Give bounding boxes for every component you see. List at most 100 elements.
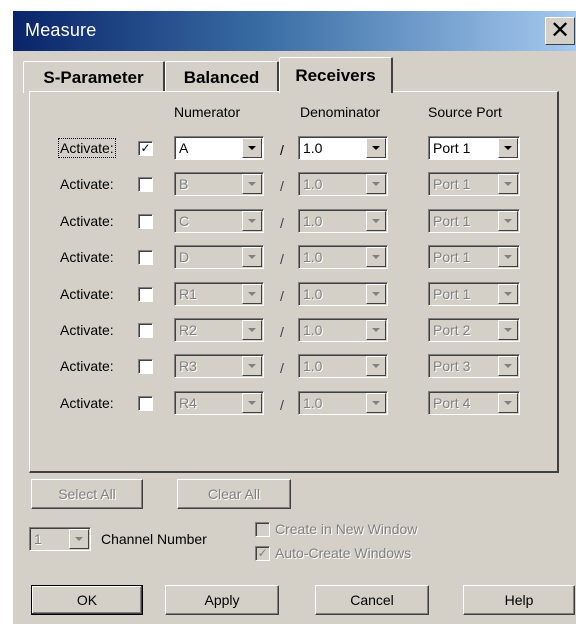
- numerator-select[interactable]: C: [174, 209, 264, 233]
- activate-checkbox[interactable]: [138, 287, 153, 302]
- ratio-separator: /: [280, 251, 284, 267]
- chevron-down-icon[interactable]: [242, 356, 262, 376]
- numerator-header: Numerator: [174, 104, 241, 120]
- numerator-value: R2: [179, 322, 197, 338]
- chevron-down-icon[interactable]: [242, 393, 262, 413]
- numerator-value: R3: [179, 358, 197, 374]
- clear-all-button[interactable]: Clear All: [177, 479, 291, 509]
- tab-label: S-Parameter: [43, 67, 144, 87]
- ratio-separator: /: [280, 324, 284, 340]
- denominator-select[interactable]: 1.0: [298, 209, 388, 233]
- chevron-down-icon[interactable]: [498, 393, 518, 413]
- chevron-down-icon[interactable]: [69, 529, 89, 549]
- denominator-value: 1.0: [303, 249, 323, 265]
- chevron-down-icon[interactable]: [498, 174, 518, 194]
- activate-label: Activate:: [60, 395, 114, 411]
- numerator-select[interactable]: R1: [174, 282, 264, 306]
- close-icon: ✕: [549, 17, 571, 44]
- ratio-separator: /: [280, 215, 284, 231]
- activate-label: Activate:: [60, 176, 114, 192]
- chevron-down-icon[interactable]: [242, 174, 262, 194]
- source-port-select[interactable]: Port 1: [428, 245, 520, 269]
- ratio-separator: /: [280, 142, 284, 158]
- activate-label: Activate:: [60, 249, 114, 265]
- numerator-select[interactable]: R2: [174, 318, 264, 342]
- chevron-down-icon[interactable]: [498, 211, 518, 231]
- source-port-select[interactable]: Port 3: [428, 354, 520, 378]
- auto-create-windows-checkbox[interactable]: ✓: [255, 546, 270, 561]
- close-button[interactable]: ✕: [545, 17, 575, 45]
- tab-balanced[interactable]: Balanced: [165, 61, 279, 93]
- activate-checkbox[interactable]: [138, 359, 153, 374]
- cancel-label: Cancel: [350, 592, 394, 608]
- numerator-select[interactable]: A: [174, 136, 264, 160]
- chevron-down-icon[interactable]: [498, 320, 518, 340]
- denominator-select[interactable]: 1.0: [298, 245, 388, 269]
- channel-number-select[interactable]: 1: [29, 527, 91, 551]
- chevron-down-icon[interactable]: [498, 247, 518, 267]
- source-port-select[interactable]: Port 1: [428, 172, 520, 196]
- activate-checkbox[interactable]: [138, 250, 153, 265]
- source-port-value: Port 1: [433, 286, 471, 302]
- source-port-value: Port 2: [433, 322, 471, 338]
- tab-s-parameter[interactable]: S-Parameter: [23, 61, 165, 93]
- source-port-value: Port 1: [433, 249, 471, 265]
- activate-checkbox[interactable]: ✓: [138, 141, 153, 156]
- denominator-select[interactable]: 1.0: [298, 282, 388, 306]
- chevron-down-icon[interactable]: [366, 320, 386, 340]
- denominator-value: 1.0: [303, 140, 323, 156]
- numerator-select[interactable]: D: [174, 245, 264, 269]
- ratio-separator: /: [280, 288, 284, 304]
- chevron-down-icon[interactable]: [366, 356, 386, 376]
- activate-label: Activate:: [60, 322, 114, 338]
- chevron-down-icon[interactable]: [242, 138, 262, 158]
- source-port-select[interactable]: Port 4: [428, 391, 520, 415]
- chevron-down-icon[interactable]: [366, 138, 386, 158]
- channel-number-value: 1: [34, 531, 42, 547]
- denominator-select[interactable]: 1.0: [298, 391, 388, 415]
- tab-receivers[interactable]: Receivers: [279, 57, 393, 93]
- chevron-down-icon[interactable]: [498, 356, 518, 376]
- create-new-window-label: Create in New Window: [275, 521, 418, 537]
- denominator-header: Denominator: [300, 104, 381, 120]
- chevron-down-icon[interactable]: [242, 284, 262, 304]
- source-port-value: Port 1: [433, 140, 471, 156]
- chevron-down-icon[interactable]: [498, 284, 518, 304]
- apply-button[interactable]: Apply: [165, 585, 279, 615]
- chevron-down-icon[interactable]: [366, 284, 386, 304]
- create-new-window-checkbox[interactable]: [255, 522, 270, 537]
- numerator-select[interactable]: B: [174, 172, 264, 196]
- source-port-select[interactable]: Port 2: [428, 318, 520, 342]
- source-port-value: Port 1: [433, 213, 471, 229]
- activate-checkbox[interactable]: [138, 177, 153, 192]
- source-port-value: Port 4: [433, 395, 471, 411]
- chevron-down-icon[interactable]: [242, 211, 262, 231]
- select-all-button[interactable]: Select All: [31, 479, 143, 509]
- ratio-separator: /: [280, 178, 284, 194]
- chevron-down-icon[interactable]: [366, 247, 386, 267]
- activate-checkbox[interactable]: [138, 323, 153, 338]
- help-button[interactable]: Help: [463, 585, 575, 615]
- source-port-select[interactable]: Port 1: [428, 209, 520, 233]
- cancel-button[interactable]: Cancel: [315, 585, 429, 615]
- source-port-select[interactable]: Port 1: [428, 136, 520, 160]
- chevron-down-icon[interactable]: [366, 211, 386, 231]
- denominator-select[interactable]: 1.0: [298, 172, 388, 196]
- denominator-select[interactable]: 1.0: [298, 354, 388, 378]
- numerator-value: D: [179, 249, 190, 265]
- chevron-down-icon[interactable]: [366, 393, 386, 413]
- chevron-down-icon[interactable]: [242, 247, 262, 267]
- denominator-select[interactable]: 1.0: [298, 318, 388, 342]
- chevron-down-icon[interactable]: [498, 138, 518, 158]
- activate-checkbox[interactable]: [138, 396, 153, 411]
- numerator-select[interactable]: R4: [174, 391, 264, 415]
- chevron-down-icon[interactable]: [242, 320, 262, 340]
- chevron-down-icon[interactable]: [366, 174, 386, 194]
- ok-button[interactable]: OK: [31, 585, 143, 615]
- denominator-value: 1.0: [303, 395, 323, 411]
- activate-checkbox[interactable]: [138, 214, 153, 229]
- denominator-select[interactable]: 1.0: [298, 136, 388, 160]
- title-bar[interactable]: Measure ✕: [13, 11, 576, 51]
- numerator-select[interactable]: R3: [174, 354, 264, 378]
- source-port-select[interactable]: Port 1: [428, 282, 520, 306]
